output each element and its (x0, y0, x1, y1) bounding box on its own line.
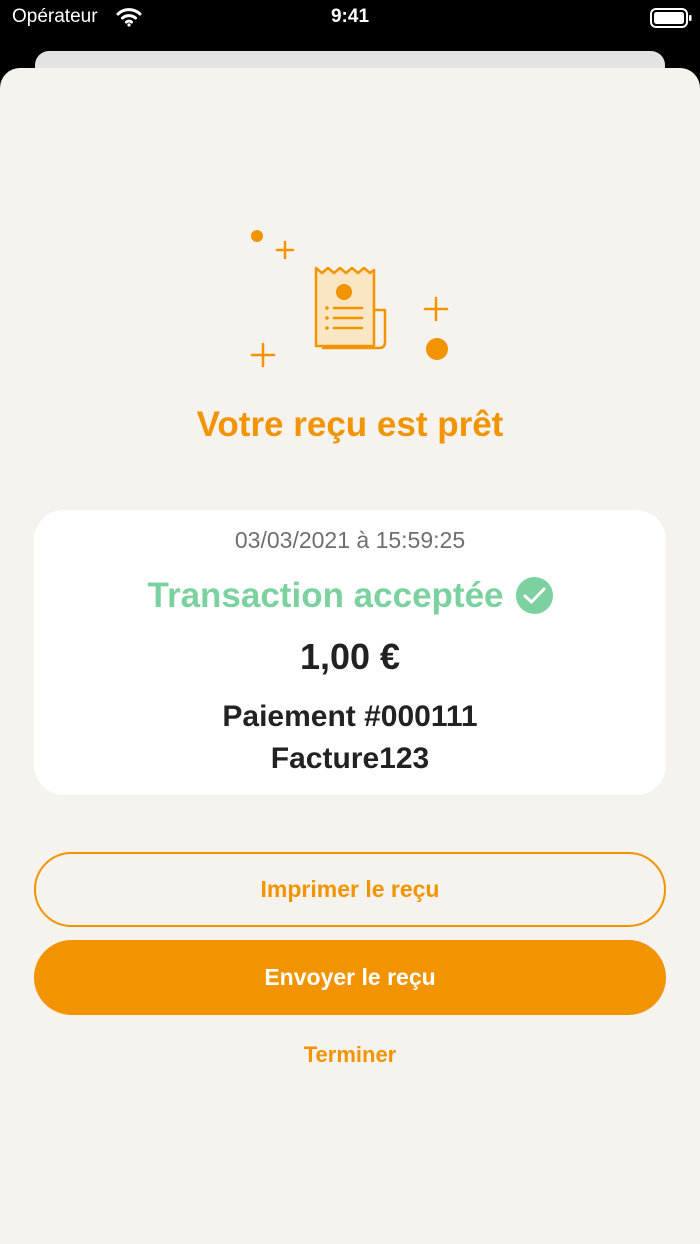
status-bar: Opérateur 9:41 (0, 0, 700, 40)
page-title: Votre reçu est prêt (196, 405, 504, 444)
print-receipt-button[interactable]: Imprimer le reçu (34, 852, 666, 927)
transaction-amount: 1,00 € (299, 636, 401, 677)
transaction-date: 03/03/2021 à 15:59:25 (234, 527, 466, 553)
payment-number: Paiement #000111 (222, 700, 478, 733)
check-icon (515, 577, 553, 615)
send-receipt-button[interactable]: Envoyer le reçu (34, 940, 666, 1015)
transaction-status-label: Transaction acceptée (147, 575, 504, 615)
invoice-reference: Facture123 (270, 742, 430, 775)
finish-button[interactable]: Terminer (0, 1042, 700, 1068)
receipt-summary-card: 03/03/2021 à 15:59:25 Transaction accept… (34, 510, 666, 795)
transaction-status: Transaction acceptée (34, 574, 666, 616)
receipt-icon (250, 230, 449, 368)
battery-icon (650, 8, 692, 28)
clock: 9:41 (330, 6, 370, 27)
